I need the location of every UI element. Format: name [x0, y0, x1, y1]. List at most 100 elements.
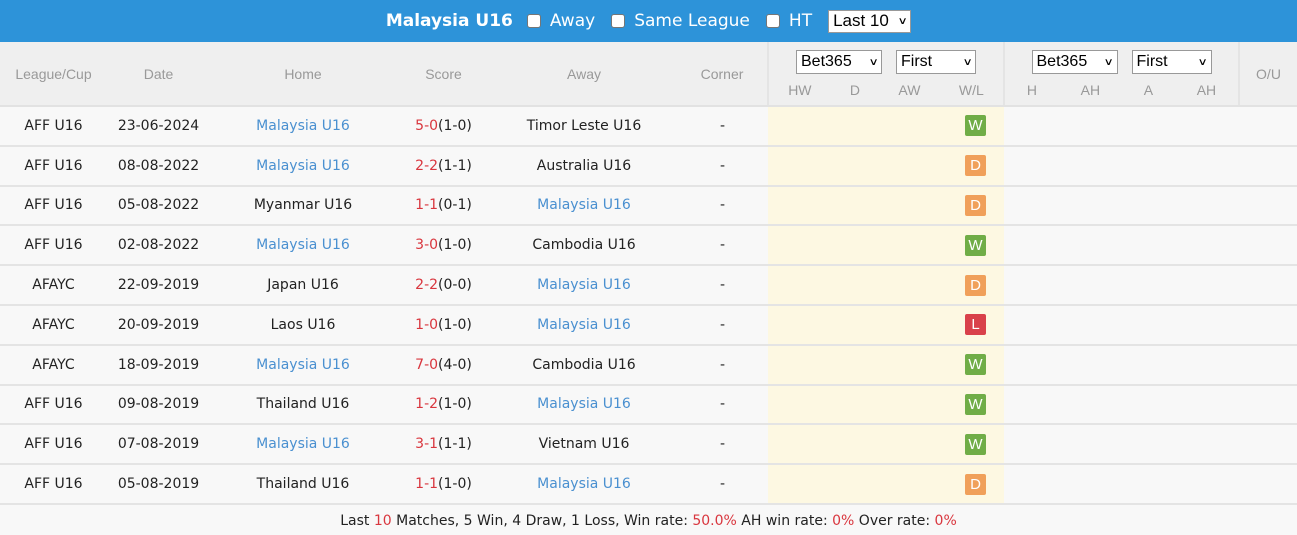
score-cell[interactable]: 1-1(1-0)	[396, 464, 491, 505]
match-row[interactable]: AFAYC 22-09-2019 Japan U16 2-2(0-0) Malaysia…	[0, 265, 1297, 306]
ht-label: HT	[788, 11, 813, 31]
chevron-down-icon: ∨	[897, 15, 908, 27]
odds-group-header: Bet365 ∨ First ∨ HW D AW W/L	[767, 42, 1004, 107]
away-checkbox[interactable]	[526, 14, 541, 28]
chevron-down-icon: ∨	[1197, 56, 1208, 68]
match-row[interactable]: AFF U16 08-08-2022 Malaysia U16 2-2(1-1) Aus…	[0, 145, 1297, 187]
score-cell[interactable]: 5-0(1-0)	[396, 106, 491, 147]
match-row[interactable]: AFF U16 09-08-2019 Thailand U16 1-2(1-0) Mal…	[0, 384, 1297, 426]
away-team-cell[interactable]: Malaysia U16	[491, 384, 677, 426]
result-badge: W	[965, 354, 986, 376]
corner-cell: -	[677, 344, 768, 386]
match-row[interactable]: AFAYC 20-09-2019 Laos U16 1-0(1-0) Malaysia …	[0, 304, 1297, 346]
match-row[interactable]: AFF U16 02-08-2022 Malaysia U16 3-0(1-0) Cam…	[0, 225, 1297, 267]
summary-over-rate: 0%	[934, 512, 957, 529]
home-team-cell[interactable]: Malaysia U16	[210, 344, 396, 386]
result-badge: D	[965, 274, 986, 296]
ht-checkbox[interactable]	[765, 14, 780, 28]
date-cell: 05-08-2019	[107, 464, 210, 505]
full-time-score: 3-1	[415, 436, 439, 453]
league-cell[interactable]: AFF U16	[0, 384, 107, 426]
odds-cell: D	[768, 185, 1004, 227]
away-team-cell[interactable]: Malaysia U16	[491, 265, 677, 306]
home-team-cell[interactable]: Malaysia U16	[210, 225, 396, 267]
score-cell[interactable]: 1-2(1-0)	[396, 384, 491, 426]
match-row[interactable]: AFF U16 23-06-2024 Malaysia U16 5-0(1-0) Tim…	[0, 106, 1297, 147]
league-cell[interactable]: AFF U16	[0, 185, 107, 227]
away-team-cell[interactable]: Cambodia U16	[491, 344, 677, 386]
league-cell[interactable]: AFF U16	[0, 424, 107, 466]
home-team-cell[interactable]: Laos U16	[210, 304, 396, 346]
league-cell[interactable]: AFF U16	[0, 145, 107, 187]
corner-cell: -	[677, 464, 768, 505]
result-badge: D	[965, 473, 986, 495]
result-badge: W	[965, 115, 986, 137]
col-away: Away	[491, 42, 677, 107]
odds-cell: W	[768, 106, 1004, 147]
score-cell[interactable]: 2-2(1-1)	[396, 145, 491, 187]
col-score: Score	[396, 42, 491, 107]
away-team-cell[interactable]: Timor Leste U16	[491, 106, 677, 147]
corner-cell: -	[677, 265, 768, 306]
col-hw: HW	[788, 82, 812, 98]
date-cell: 07-08-2019	[107, 424, 210, 466]
score-cell[interactable]: 2-2(0-0)	[396, 265, 491, 306]
home-team-cell[interactable]: Japan U16	[210, 265, 396, 306]
odds-type-select[interactable]: First ∨	[896, 50, 976, 74]
home-team-cell[interactable]: Malaysia U16	[210, 145, 396, 187]
odds-cell: W	[768, 344, 1004, 386]
half-time-score: (0-0)	[438, 277, 472, 294]
league-cell[interactable]: AFF U16	[0, 464, 107, 505]
ah-company-select[interactable]: Bet365 ∨	[1031, 50, 1118, 74]
home-team-cell[interactable]: Thailand U16	[210, 384, 396, 426]
odds-company-select[interactable]: Bet365 ∨	[796, 50, 882, 74]
ou-cell	[1239, 106, 1297, 147]
score-cell[interactable]: 1-1(0-1)	[396, 185, 491, 227]
away-team-cell[interactable]: Malaysia U16	[491, 464, 677, 505]
league-cell[interactable]: AFAYC	[0, 265, 107, 306]
match-count-select[interactable]: Last 10 ∨	[828, 9, 912, 33]
ou-cell	[1239, 185, 1297, 227]
score-cell[interactable]: 3-1(1-1)	[396, 424, 491, 466]
full-time-score: 1-2	[415, 396, 439, 413]
summary-ah-label: AH win rate:	[736, 512, 833, 529]
league-cell[interactable]: AFAYC	[0, 344, 107, 386]
league-cell[interactable]: AFF U16	[0, 225, 107, 267]
match-row[interactable]: AFF U16 07-08-2019 Malaysia U16 3-1(1-1) Vie…	[0, 424, 1297, 466]
away-team-cell[interactable]: Australia U16	[491, 145, 677, 187]
chevron-down-icon: ∨	[1103, 56, 1114, 68]
ah-type-select[interactable]: First ∨	[1131, 50, 1212, 74]
home-team-cell[interactable]: Malaysia U16	[210, 424, 396, 466]
same-league-checkbox[interactable]	[611, 14, 626, 28]
corner-cell: -	[677, 424, 768, 466]
full-time-score: 1-1	[415, 197, 439, 214]
score-cell[interactable]: 1-0(1-0)	[396, 304, 491, 346]
full-time-score: 5-0	[415, 117, 439, 134]
corner-cell: -	[677, 384, 768, 426]
league-cell[interactable]: AFF U16	[0, 106, 107, 147]
score-cell[interactable]: 3-0(1-0)	[396, 225, 491, 267]
match-row[interactable]: AFF U16 05-08-2022 Myanmar U16 1-1(0-1) Mala…	[0, 185, 1297, 227]
home-team-cell[interactable]: Myanmar U16	[210, 185, 396, 227]
home-team-cell[interactable]: Malaysia U16	[210, 106, 396, 147]
corner-cell: -	[677, 106, 768, 147]
same-league-filter[interactable]: Same League	[611, 11, 750, 31]
away-team-cell[interactable]: Malaysia U16	[491, 304, 677, 346]
corner-cell: -	[677, 185, 768, 227]
league-cell[interactable]: AFAYC	[0, 304, 107, 346]
away-team-cell[interactable]: Cambodia U16	[491, 225, 677, 267]
match-row[interactable]: AFF U16 05-08-2019 Thailand U16 1-1(1-0) Mal…	[0, 464, 1297, 505]
ou-cell	[1239, 304, 1297, 346]
away-filter[interactable]: Away	[526, 11, 595, 31]
chevron-down-icon: ∨	[868, 56, 879, 68]
ht-filter[interactable]: HT	[765, 11, 813, 31]
away-team-cell[interactable]: Malaysia U16	[491, 185, 677, 227]
match-row[interactable]: AFAYC 18-09-2019 Malaysia U16 7-0(4-0) Cambo…	[0, 344, 1297, 386]
home-team-cell[interactable]: Thailand U16	[210, 464, 396, 505]
result-badge: W	[965, 393, 986, 415]
score-cell[interactable]: 7-0(4-0)	[396, 344, 491, 386]
half-time-score: (1-0)	[438, 476, 472, 493]
filter-bar: Malaysia U16 Away Same League HT Last 10…	[0, 0, 1297, 42]
ah-cell	[1004, 424, 1239, 466]
away-team-cell[interactable]: Vietnam U16	[491, 424, 677, 466]
